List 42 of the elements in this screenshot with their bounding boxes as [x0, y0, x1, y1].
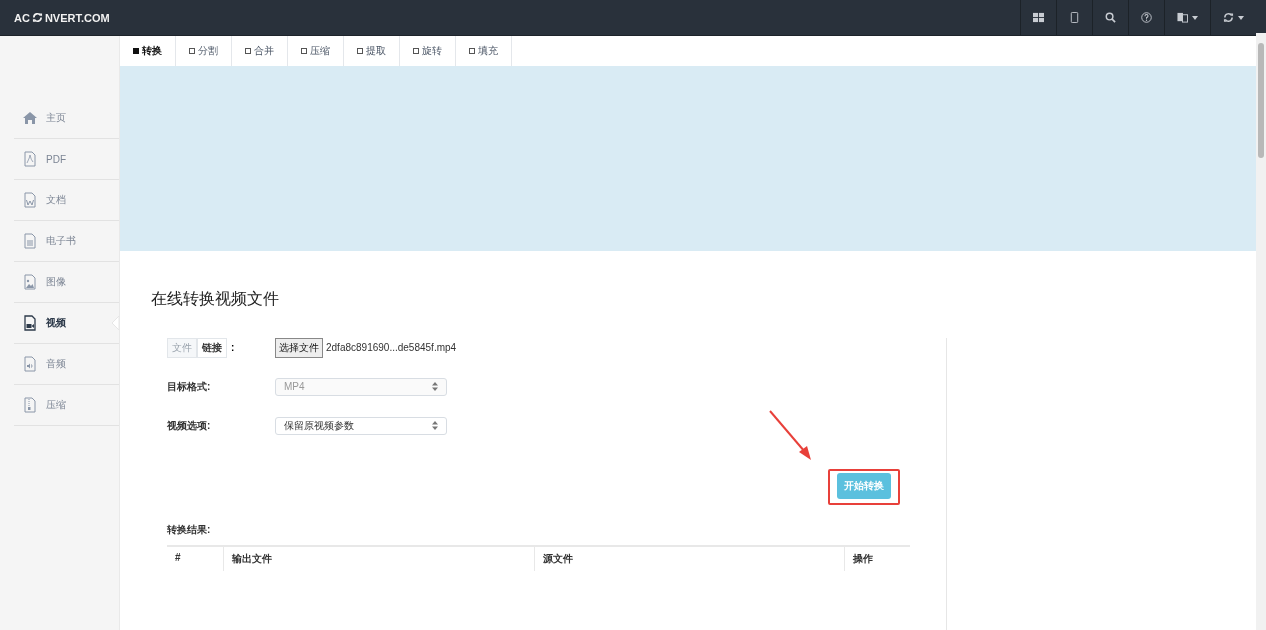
logo-text: AC [14, 11, 30, 24]
translate-icon [1177, 12, 1188, 23]
column-header: 源文件 [534, 547, 844, 571]
source-toggle[interactable]: 链接 [197, 337, 227, 358]
sidebar-item[interactable]: 电子书 [14, 221, 119, 262]
video-file-icon [22, 315, 38, 331]
tablet-icon [1069, 12, 1080, 23]
pdf-file-icon [22, 151, 38, 167]
refresh-icon [1223, 12, 1234, 23]
page-title: 在线转换视频文件 [151, 289, 280, 309]
grid-icon [1033, 12, 1044, 23]
file-name: 2dfa8c891690...de5845f.mp4 [326, 342, 457, 353]
choose-file-button[interactable]: 选择文件 [275, 337, 323, 358]
sidebar-item[interactable]: 压缩 [14, 385, 119, 426]
text-file-icon [22, 233, 38, 249]
column-header: # [174, 551, 182, 565]
scrollbar-thumb[interactable] [1258, 43, 1264, 158]
highlight-frame [828, 469, 900, 505]
sidebar-item[interactable]: 音频 [14, 344, 119, 385]
results-label: 转换结果: [167, 523, 212, 537]
help-icon [1141, 12, 1152, 23]
search-icon [1105, 12, 1116, 23]
refresh-logo-icon [31, 12, 43, 23]
sidebar-item[interactable]: 视频 [14, 303, 119, 344]
word-file-icon [22, 192, 38, 208]
annotation-arrow [769, 410, 813, 462]
select-field[interactable]: 保留原视频参数 [275, 416, 447, 435]
sidebar-item[interactable]: 文档 [14, 180, 119, 221]
archive-file-icon [22, 397, 38, 413]
sidebar-item[interactable]: 图像 [14, 262, 119, 303]
column-header: 输出文件 [223, 547, 534, 571]
colon-text: : [231, 342, 236, 353]
sidebar-item[interactable]: 主页 [14, 98, 119, 139]
image-file-icon [22, 274, 38, 290]
home-icon [22, 110, 38, 126]
updown-icon [432, 421, 438, 430]
field-label: 目标格式: [167, 379, 212, 394]
audio-file-icon [22, 356, 38, 372]
updown-icon [432, 382, 438, 391]
field-label: 视频选项: [167, 418, 212, 433]
column-header: 操作 [844, 547, 910, 571]
logo-text: NVERT.COM [44, 11, 110, 24]
